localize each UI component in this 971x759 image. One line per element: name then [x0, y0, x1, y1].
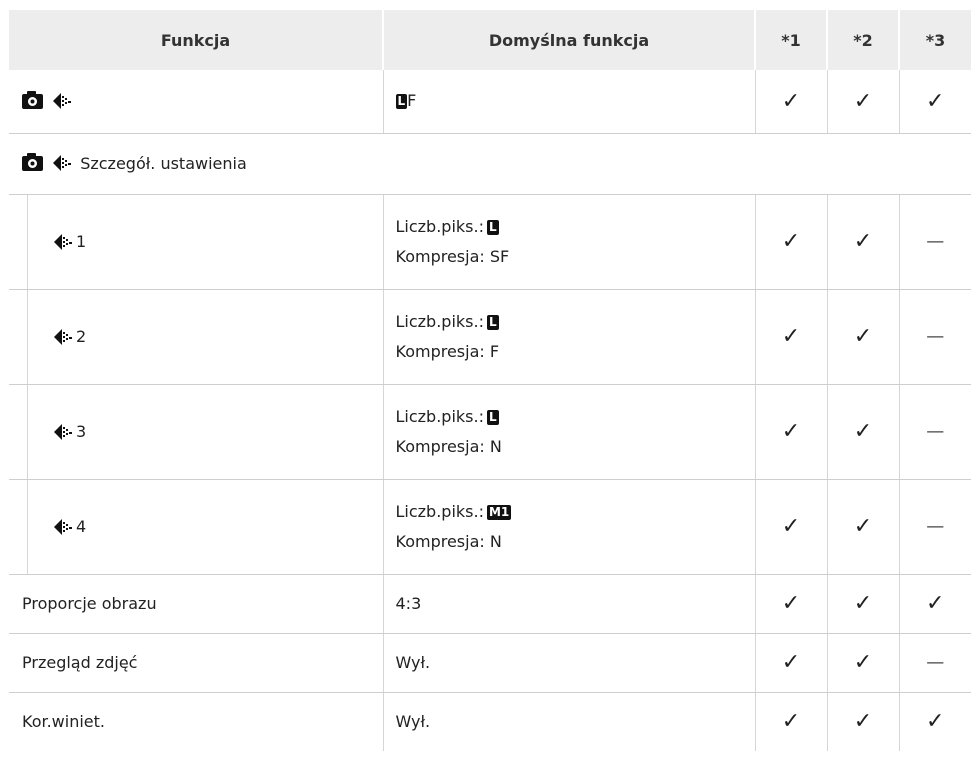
cell-c1: ✓: [754, 194, 827, 290]
section-row: Szczegół. ustawienia: [9, 133, 971, 195]
cell-c2: ✓: [826, 194, 899, 290]
settings-table: Funkcja Domyślna funkcja *1 *2 *3 LF ✓ ✓…: [9, 10, 971, 751]
table-row: Proporcje obrazu 4:3 ✓ ✓ ✓: [9, 574, 971, 634]
header-c1: *1: [755, 10, 828, 70]
cell-func: 3: [9, 384, 383, 480]
cell-c2: ✓: [826, 289, 899, 385]
camera-icon: [22, 153, 43, 171]
cell-c1: ✓: [754, 289, 827, 385]
cell-default: Liczb.piks.: L Kompresja: N: [382, 384, 755, 480]
image-quality-icon: [54, 233, 72, 250]
cell-c1: ✓: [754, 384, 827, 480]
cell-func: 1: [9, 194, 383, 290]
cell-c1: ✓: [754, 70, 827, 134]
cell-c2: ✓: [826, 70, 899, 134]
table-row: 2 Liczb.piks.: L Kompresja: F ✓ ✓ —: [9, 289, 971, 385]
cell-c3: —: [898, 194, 971, 290]
camera-icon: [22, 90, 43, 109]
cell-func: [9, 70, 383, 134]
cell-c2: ✓: [826, 479, 899, 575]
image-quality-icon: [54, 423, 72, 440]
cell-func: Proporcje obrazu: [9, 574, 383, 634]
cell-c2: ✓: [826, 633, 899, 693]
cell-c1: ✓: [754, 574, 827, 634]
cell-func: Przegląd zdjęć: [9, 633, 383, 693]
cell-func: 4: [9, 479, 383, 575]
cell-c1: ✓: [754, 692, 827, 751]
image-quality-icon: [54, 518, 72, 535]
sub-number: 1: [76, 232, 87, 251]
section-cell: Szczegół. ustawienia: [9, 133, 971, 195]
image-quality-icon: [54, 328, 72, 345]
header-c3: *3: [899, 10, 971, 70]
header-c2: *2: [827, 10, 900, 70]
size-badge: M1: [486, 504, 512, 520]
table-row: 4 Liczb.piks.: M1 Kompresja: N ✓ ✓ —: [9, 479, 971, 575]
pixel-label: Liczb.piks.:: [395, 311, 484, 331]
cell-default: Wył.: [382, 692, 755, 751]
pixel-label: Liczb.piks.:: [395, 406, 484, 426]
image-quality-icon: [53, 92, 72, 109]
header-func: Funkcja: [9, 10, 384, 70]
sub-number: 3: [76, 422, 87, 441]
cell-c3: —: [898, 633, 971, 693]
pixel-label: Liczb.piks.:: [395, 501, 484, 521]
table-row: 1 Liczb.piks.: L Kompresja: SF ✓ ✓ —: [9, 194, 971, 290]
compression-value: Kompresja: F: [395, 341, 500, 361]
cell-default: Liczb.piks.: L Kompresja: F: [382, 289, 755, 385]
cell-default: Liczb.piks.: L Kompresja: SF: [382, 194, 755, 290]
header-default: Domyślna funkcja: [383, 10, 756, 70]
sub-number: 4: [76, 517, 87, 536]
header-row: Funkcja Domyślna funkcja *1 *2 *3: [9, 10, 971, 70]
size-badge: L: [486, 314, 499, 330]
pixel-label: Liczb.piks.:: [395, 216, 484, 236]
compression-value: Kompresja: N: [395, 531, 502, 551]
quality-suffix: F: [407, 91, 417, 111]
table-row: LF ✓ ✓ ✓: [9, 70, 971, 134]
sub-number: 2: [76, 327, 87, 346]
size-badge: L: [486, 409, 499, 425]
cell-default: LF: [382, 70, 755, 134]
cell-default: 4:3: [382, 574, 755, 634]
cell-c2: ✓: [826, 692, 899, 751]
size-badge: L: [486, 219, 499, 235]
cell-c3: —: [898, 384, 971, 480]
compression-value: Kompresja: SF: [395, 246, 510, 266]
cell-c3: ✓: [898, 70, 971, 134]
table-row: Przegląd zdjęć Wył. ✓ ✓ —: [9, 633, 971, 693]
section-label: Szczegół. ustawienia: [80, 154, 247, 173]
cell-c1: ✓: [754, 633, 827, 693]
cell-c1: ✓: [754, 479, 827, 575]
cell-default: Wył.: [382, 633, 755, 693]
cell-c3: ✓: [898, 692, 971, 751]
cell-func: Kor.winiet.: [22, 712, 105, 731]
cell-default: Liczb.piks.: M1 Kompresja: N: [382, 479, 755, 575]
table-row: 3 Liczb.piks.: L Kompresja: N ✓ ✓ —: [9, 384, 971, 480]
compression-value: Kompresja: N: [395, 436, 502, 456]
size-badge: L: [395, 94, 408, 110]
table-row: Kor.winiet. Wył. ✓ ✓ ✓: [9, 692, 971, 751]
cell-c2: ✓: [826, 574, 899, 634]
cell-c2: ✓: [826, 384, 899, 480]
cell-func: 2: [9, 289, 383, 385]
image-quality-icon: [53, 155, 72, 171]
cell-c3: ✓: [898, 574, 971, 634]
cell-c3: —: [898, 289, 971, 385]
cell-c3: —: [898, 479, 971, 575]
